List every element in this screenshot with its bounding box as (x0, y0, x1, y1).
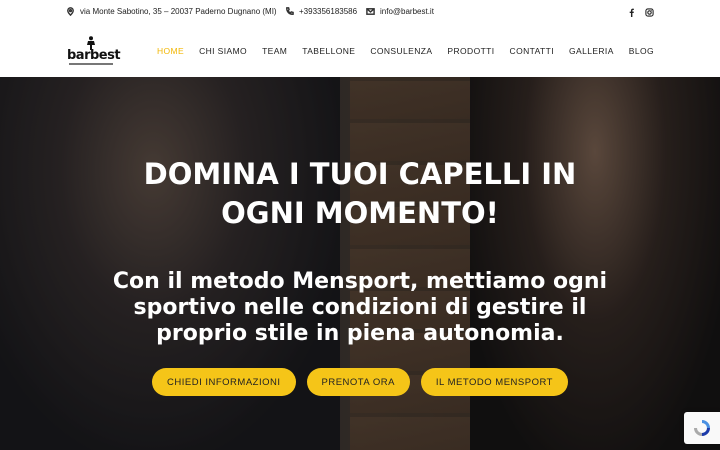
top-info-bar: via Monte Sabotino, 35 – 20037 Paderno D… (0, 0, 720, 26)
recaptcha-icon (694, 420, 710, 436)
instagram-link[interactable] (643, 6, 655, 18)
metodo-mensport-button[interactable]: IL METODO MENSPORT (420, 368, 568, 396)
email-text[interactable]: info@barbest.it (380, 7, 434, 16)
hero-title-line1: DOMINA I TUOI CAPELLI IN (143, 157, 577, 191)
nav-item-consulenza[interactable]: CONSULENZA (370, 46, 432, 56)
nav-item-galleria[interactable]: GALLERIA (569, 46, 614, 56)
facebook-icon (629, 8, 634, 17)
facebook-link[interactable] (625, 6, 637, 18)
nav-item-team[interactable]: TEAM (262, 46, 287, 56)
hero-title: DOMINA I TUOI CAPELLI IN OGNI MOMENTO! (0, 155, 720, 233)
phone-text[interactable]: +393356183586 (299, 7, 357, 16)
nav-item-contatti[interactable]: CONTATTI (510, 46, 554, 56)
site-header: barbest HOME CHI SIAMO TEAM TABELLONE CO… (0, 26, 720, 77)
cta-group: CHIEDI INFORMAZIONI PRENOTA ORA IL METOD… (0, 368, 720, 396)
nav-item-blog[interactable]: BLOG (629, 46, 654, 56)
email-icon (366, 8, 375, 15)
phone-icon (286, 7, 294, 15)
logo-tagline-line (69, 63, 113, 65)
nav-item-prodotti[interactable]: PRODOTTI (447, 46, 494, 56)
recaptcha-badge[interactable] (684, 412, 720, 444)
logo-text: barbest (67, 48, 121, 63)
hero-section: DOMINA I TUOI CAPELLI IN OGNI MOMENTO! C… (0, 77, 720, 450)
phone-info[interactable]: +393356183586 (285, 7, 357, 16)
address-info: via Monte Sabotino, 35 – 20037 Paderno D… (66, 7, 277, 16)
site-logo[interactable]: barbest (67, 36, 121, 66)
hero-title-line2: OGNI MOMENTO! (221, 196, 499, 230)
prenota-ora-button[interactable]: PRENOTA ORA (306, 368, 410, 396)
nav-item-chi-siamo[interactable]: CHI SIAMO (199, 46, 247, 56)
location-icon (67, 7, 74, 16)
instagram-icon (644, 7, 654, 17)
main-nav: HOME CHI SIAMO TEAM TABELLONE CONSULENZA… (157, 46, 654, 56)
address-text: via Monte Sabotino, 35 – 20037 Paderno D… (80, 7, 277, 16)
email-info[interactable]: info@barbest.it (366, 7, 434, 16)
hero-subtitle: Con il metodo Mensport, mettiamo ogni sp… (112, 269, 608, 346)
nav-item-home[interactable]: HOME (157, 46, 184, 56)
nav-item-tabellone[interactable]: TABELLONE (302, 46, 355, 56)
chiedi-informazioni-button[interactable]: CHIEDI INFORMAZIONI (152, 368, 296, 396)
